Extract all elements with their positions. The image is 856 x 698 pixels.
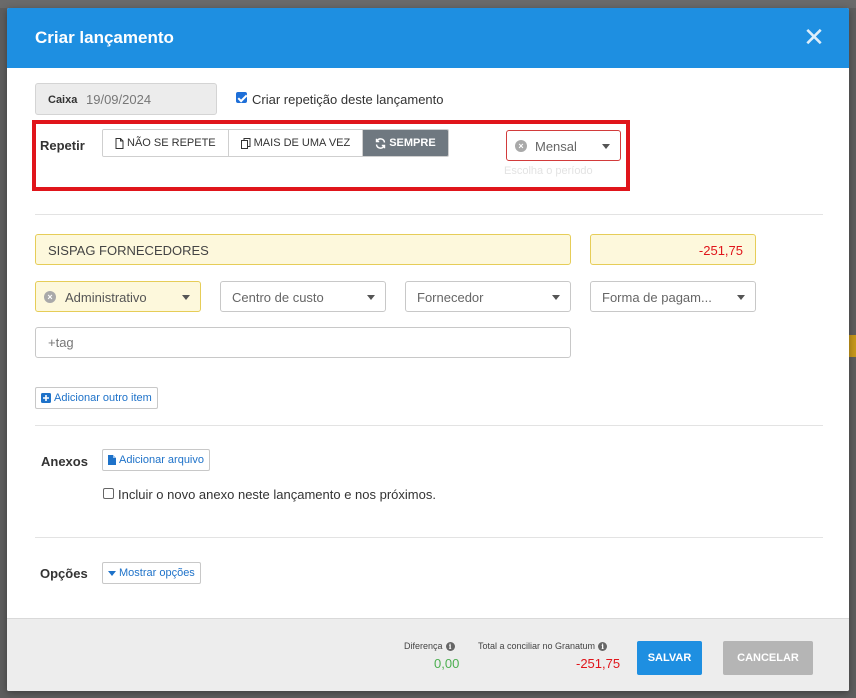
caixa-label: Caixa (48, 94, 78, 106)
show-options-button[interactable]: Mostrar opções (102, 562, 201, 584)
divider (35, 425, 823, 426)
total-label-text: Total a conciliar no Granatum (478, 641, 596, 651)
supplier-placeholder: Fornecedor (417, 290, 484, 305)
payment-method-select[interactable]: Forma de pagam... (590, 281, 756, 312)
create-entry-modal: Criar lançamento ✕ Caixa 19/09/2024 Cria… (7, 8, 849, 691)
caixa-date: 19/09/2024 (86, 92, 152, 107)
chevron-down-icon (367, 295, 375, 300)
cost-center-select[interactable]: Centro de custo (220, 281, 386, 312)
chevron-down-icon (552, 295, 560, 300)
backdrop (0, 0, 856, 8)
difference-value: 0,00 (434, 656, 460, 671)
include-attachment-label: Incluir o novo anexo neste lançamento e … (118, 487, 436, 502)
total-label: Total a conciliar no Granatum i (478, 641, 608, 651)
caret-down-icon (108, 570, 116, 576)
total-value: -251,75 (576, 656, 621, 671)
cost-center-placeholder: Centro de custo (232, 290, 324, 305)
info-icon[interactable]: i (598, 641, 608, 651)
amount-input[interactable]: -251,75 (590, 234, 756, 265)
modal-header: Criar lançamento ✕ (7, 8, 849, 68)
chevron-down-icon (182, 295, 190, 300)
category-value: Administrativo (65, 290, 147, 305)
plus-square-icon (41, 393, 51, 403)
clear-icon[interactable]: × (44, 291, 56, 303)
add-item-label: Adicionar outro item (54, 392, 152, 404)
close-icon[interactable]: ✕ (801, 24, 827, 50)
add-file-label: Adicionar arquivo (119, 454, 204, 466)
add-item-button[interactable]: Adicionar outro item (35, 387, 158, 409)
repeat-checkbox-label: Criar repetição deste lançamento (252, 92, 444, 107)
modal-title: Criar lançamento (35, 28, 174, 47)
include-attachment-checkbox[interactable] (103, 488, 114, 499)
tag-placeholder: +tag (48, 335, 74, 350)
repeat-checkbox[interactable] (236, 92, 247, 103)
backdrop-edge (849, 335, 856, 357)
show-options-label: Mostrar opções (119, 567, 195, 579)
options-label: Opções (40, 566, 88, 581)
caixa-field: Caixa 19/09/2024 (35, 83, 217, 115)
description-input[interactable]: SISPAG FORNECEDORES (35, 234, 571, 265)
cancel-button[interactable]: CANCELAR (723, 641, 813, 675)
category-select[interactable]: × Administrativo (35, 281, 201, 312)
amount-value: -251,75 (698, 243, 743, 258)
description-value: SISPAG FORNECEDORES (48, 243, 209, 258)
save-button[interactable]: SALVAR (637, 641, 702, 675)
tag-input[interactable]: +tag (35, 327, 571, 358)
difference-label-text: Diferença (404, 641, 443, 651)
divider (35, 214, 823, 215)
attachments-label: Anexos (41, 454, 88, 469)
file-icon (108, 455, 116, 465)
info-icon[interactable]: i (445, 641, 455, 651)
supplier-select[interactable]: Fornecedor (405, 281, 571, 312)
divider (35, 537, 823, 538)
add-file-button[interactable]: Adicionar arquivo (102, 449, 210, 471)
chevron-down-icon (737, 295, 745, 300)
highlight-annotation (32, 120, 630, 191)
difference-label: Diferença i (404, 641, 455, 651)
payment-placeholder: Forma de pagam... (602, 290, 712, 305)
